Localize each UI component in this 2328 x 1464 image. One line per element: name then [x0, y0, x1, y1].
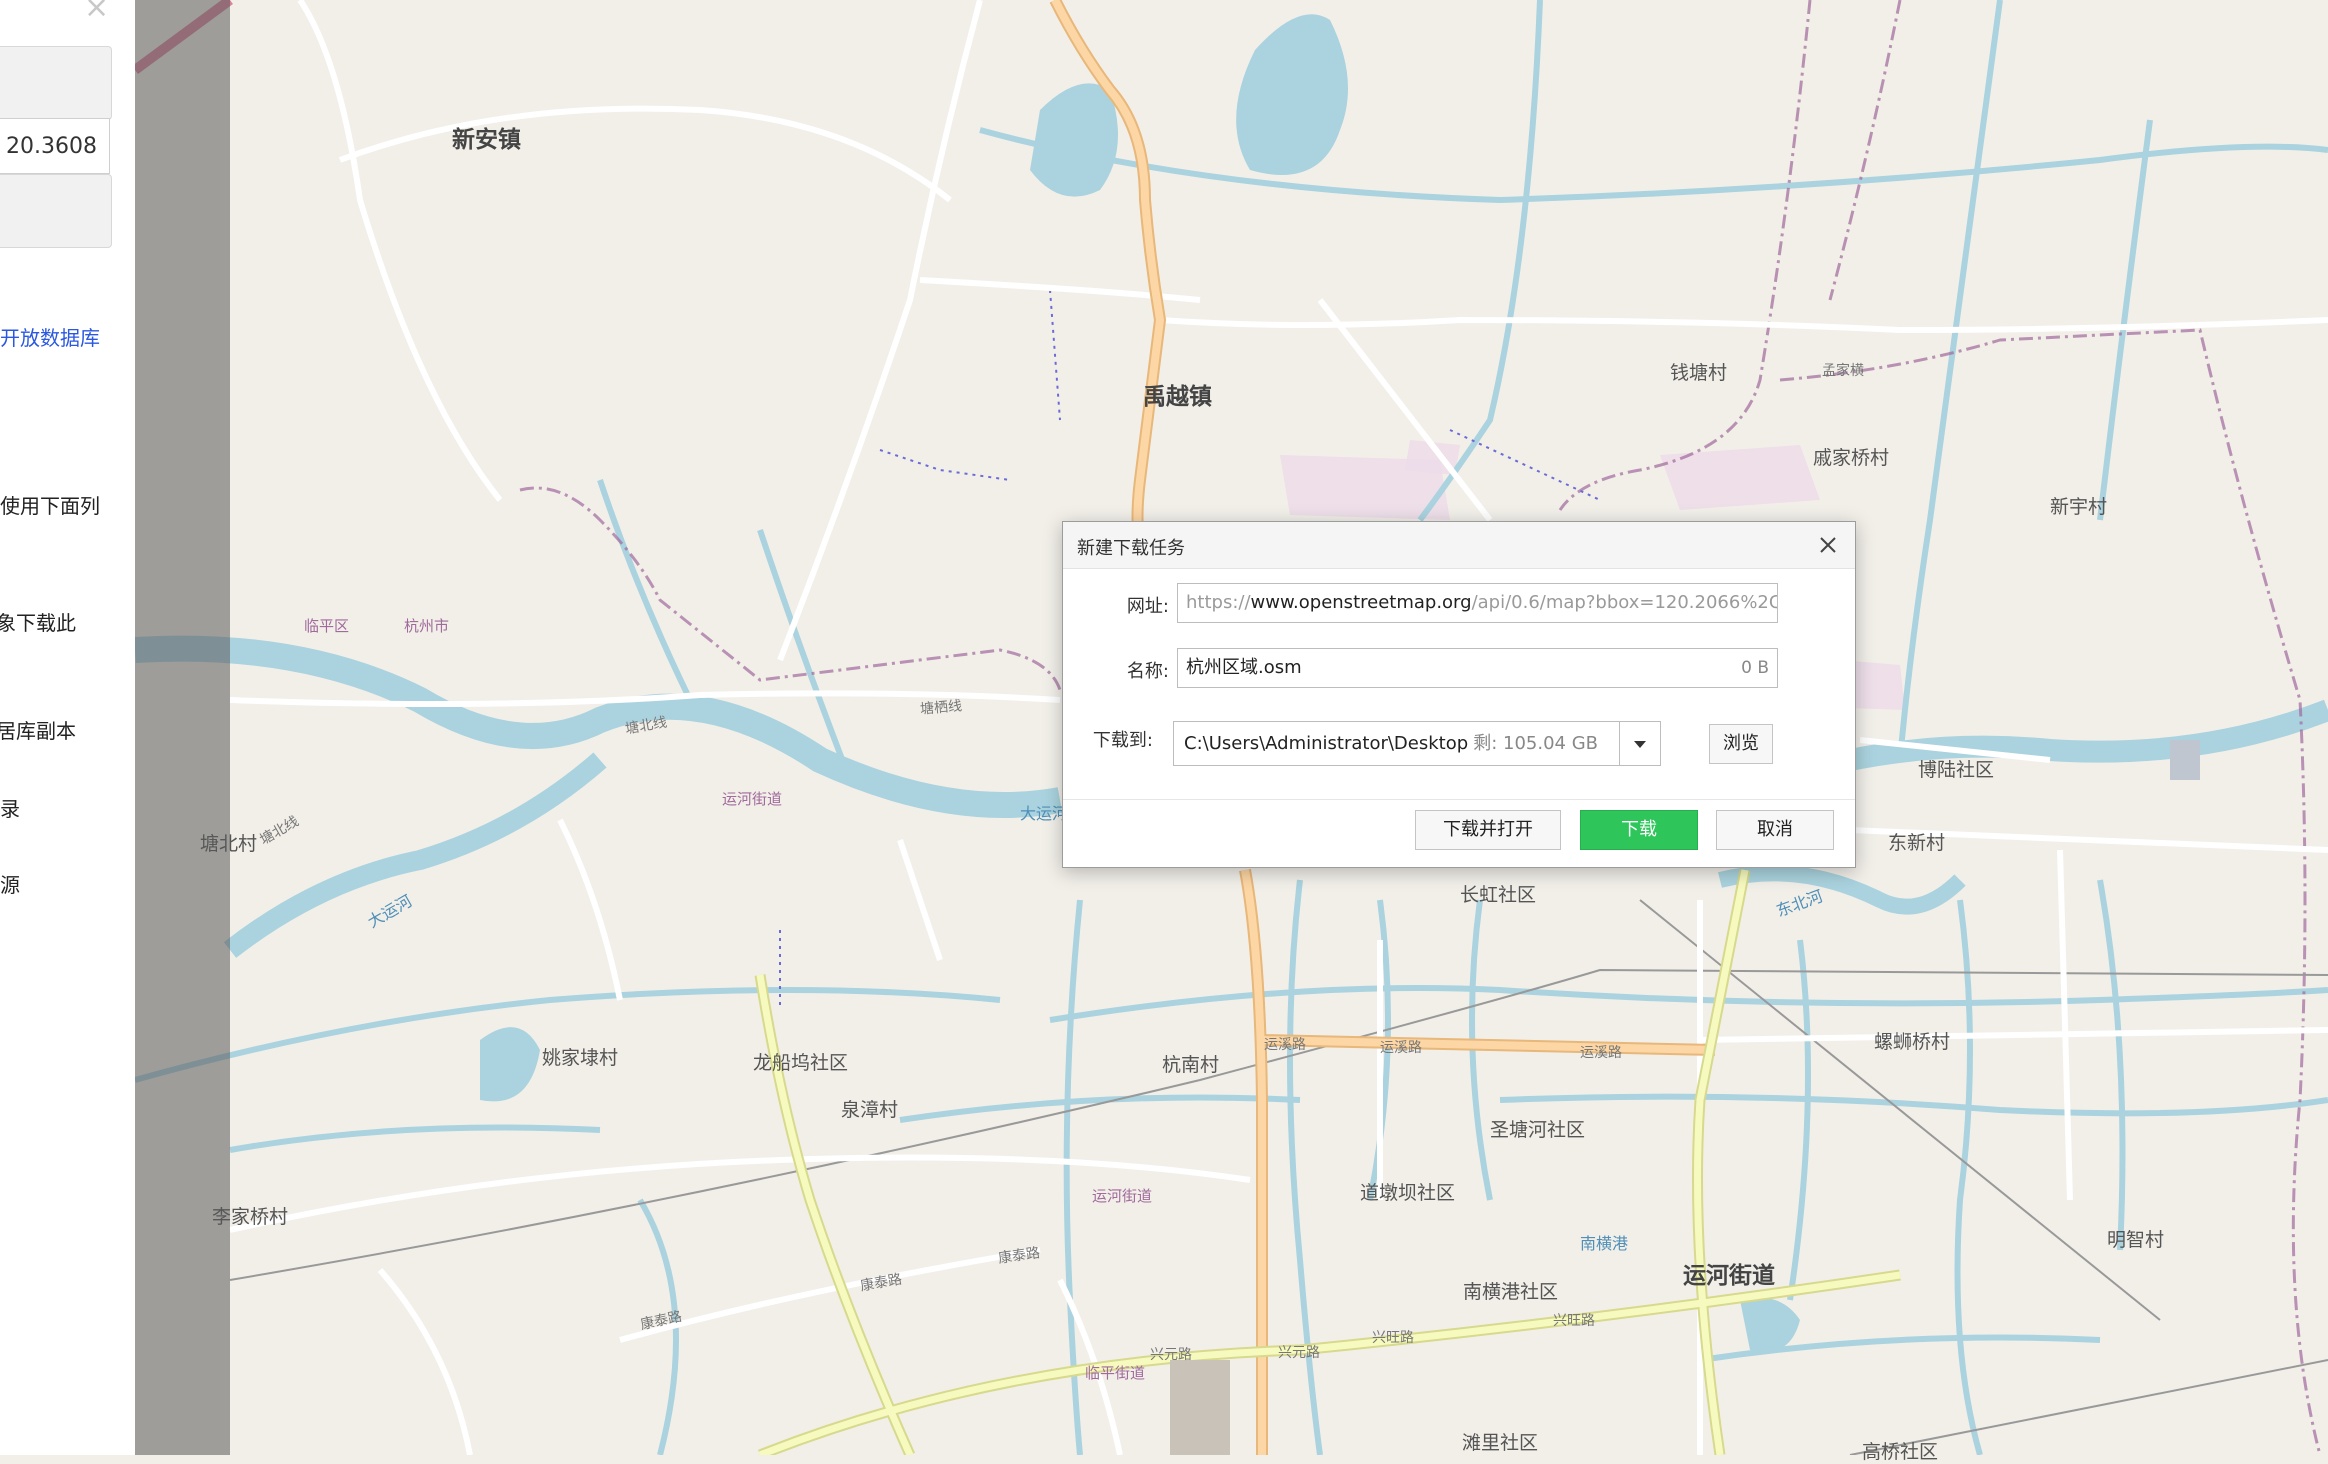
url-input[interactable]: https://www.openstreetmap.org/api/0.6/ma… [1177, 583, 1778, 623]
map-label-xinyu: 新宇村 [2050, 496, 2108, 518]
map-label-qijiaqiao: 戚家桥村 [1813, 447, 1890, 469]
close-icon[interactable]: × [84, 0, 109, 25]
map-label-daodunban: 道墩坝社区 [1360, 1182, 1456, 1204]
close-icon[interactable] [1811, 528, 1845, 562]
map-label-mingzhi: 明智村 [2107, 1229, 2165, 1251]
open-database-link[interactable]: 开放数据库 [0, 322, 100, 351]
map-label-yunxi-road-2: 运溪路 [1380, 1040, 1422, 1056]
map-label-hangzhou: 杭州市 [404, 617, 450, 635]
map-label-shengtanghe: 圣塘河社区 [1490, 1119, 1586, 1141]
map-label-xingyuan-road-1: 兴元路 [1150, 1347, 1192, 1363]
filename-value: 杭州区域.osm [1186, 657, 1302, 678]
map-label-yunxi-road-1: 运溪路 [1264, 1037, 1306, 1053]
map-label-xingyuan-road-2: 兴元路 [1278, 1345, 1320, 1361]
export-sidebar: × 20.3608 开放数据库 使用下面列 象下载此 居库副本 录 源 [0, 0, 135, 1455]
map-label-quanzhang: 泉漳村 [841, 1099, 899, 1121]
sidebar-text-3: 居库副本 [0, 719, 76, 743]
bbox-right-coordinate-input[interactable]: 20.3608 [0, 118, 110, 174]
download-and-open-button[interactable]: 下载并打开 [1415, 810, 1561, 850]
map-label-yuyue: 禹越镇 [1143, 384, 1212, 410]
browse-button[interactable]: 浏览 [1709, 724, 1773, 764]
map-label-tangqixian: 塘栖线 [919, 698, 963, 718]
bbox-bottom-field[interactable] [0, 174, 112, 248]
file-size: 0 B [1741, 658, 1769, 678]
save-path-combobox[interactable]: C:\Users\Administrator\Desktop 剩: 105.04… [1173, 721, 1661, 766]
map-label-yaojiadai: 姚家埭村 [542, 1047, 619, 1069]
name-label: 名称: [1126, 661, 1169, 682]
sidebar-text-1: 使用下面列 [0, 494, 100, 518]
map-label-yunhejiedao1: 运河街道 [722, 790, 783, 808]
map-label-yunhejiedao3: 运河街道 [1683, 1263, 1775, 1289]
map-label-luoshiqiao: 螺蛳桥村 [1874, 1031, 1951, 1053]
dialog-titlebar[interactable]: 新建下载任务 [1063, 522, 1855, 569]
chevron-down-icon [1634, 741, 1646, 748]
map-label-dayunhe: 大运河 [1020, 804, 1069, 823]
map-label-bolu: 博陆社区 [1918, 759, 1995, 781]
url-scheme: https:// [1186, 592, 1251, 613]
map-label-nanhenggang: 南横港 [1580, 1234, 1629, 1253]
bbox-top-field[interactable] [0, 46, 112, 120]
map-label-mengjiaheng: 孟家横 [1822, 363, 1864, 379]
map-label-changhong: 长虹社区 [1460, 884, 1537, 906]
sidebar-text-5: 源 [0, 873, 20, 897]
new-download-dialog: 新建下载任务 网址: https://www.openstreetmap.org… [1062, 521, 1856, 868]
map-label-xinan: 新安镇 [452, 127, 521, 153]
dialog-title: 新建下载任务 [1077, 538, 1185, 559]
free-space: 剩: 105.04 GB [1473, 733, 1598, 754]
map-label-xingwang-road-1: 兴旺路 [1372, 1330, 1414, 1346]
download-button[interactable]: 下载 [1580, 810, 1698, 850]
map-label-linpingjd: 临平街道 [1085, 1364, 1146, 1382]
cancel-button[interactable]: 取消 [1716, 810, 1834, 850]
map-label-linping: 临平区 [304, 617, 350, 635]
dialog-divider [1063, 799, 1855, 800]
map-label-qiantang: 钱塘村 [1670, 362, 1728, 384]
map-label-dongxin: 东新村 [1888, 832, 1946, 854]
panel-overlay [135, 0, 230, 1455]
map-label-hangnan: 杭南村 [1162, 1054, 1220, 1076]
filename-input[interactable]: 杭州区域.osm 0 B [1177, 648, 1778, 688]
url-path: /api/0.6/map?bbox=120.2066%2C30.4 [1471, 592, 1777, 613]
map-label-tanli: 滩里社区 [1462, 1432, 1539, 1454]
dropdown-button[interactable] [1619, 722, 1660, 765]
save-to-label: 下载到: [1092, 730, 1153, 751]
url-host: www.openstreetmap.org [1250, 592, 1472, 613]
map-label-xingwang-road-2: 兴旺路 [1553, 1313, 1595, 1329]
map-label-yunxi-road-3: 运溪路 [1580, 1045, 1622, 1061]
map-label-yunhejiedao2: 运河街道 [1092, 1187, 1153, 1205]
map-label-nanhenggang-community: 南横港社区 [1463, 1281, 1559, 1303]
sidebar-text-4: 录 [0, 797, 20, 821]
save-path-value: C:\Users\Administrator\Desktop [1184, 733, 1469, 754]
sidebar-text-2: 象下载此 [0, 611, 76, 635]
url-label: 网址: [1126, 596, 1169, 617]
map-label-longchuanwu: 龙船坞社区 [753, 1052, 849, 1074]
map-label-gaoqiao: 高桥社区 [1862, 1441, 1939, 1463]
